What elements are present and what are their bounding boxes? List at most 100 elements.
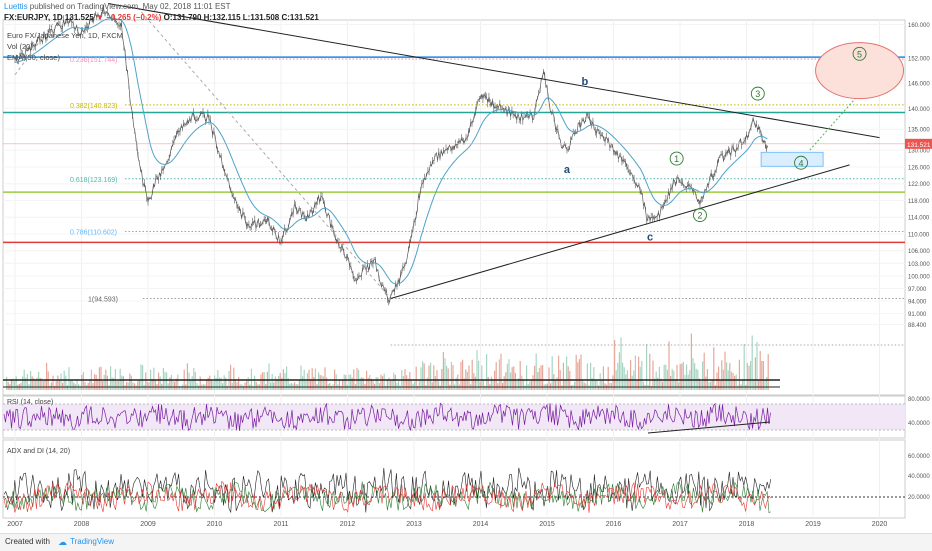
volume-bar bbox=[582, 380, 584, 390]
y-tick-label: 135.000 bbox=[908, 128, 930, 134]
volume-bar bbox=[338, 380, 340, 390]
volume-bar bbox=[6, 376, 8, 390]
volume-bar bbox=[290, 382, 292, 390]
volume-bar bbox=[630, 360, 632, 390]
volume-bar bbox=[561, 385, 563, 390]
diagonal-dashed bbox=[140, 11, 392, 299]
volume-bar bbox=[62, 382, 64, 390]
volume-bar bbox=[482, 379, 484, 390]
rsi-tick-80: 80.0000 bbox=[908, 397, 930, 403]
volume-bar bbox=[529, 381, 531, 390]
volume-bar bbox=[236, 382, 238, 390]
volume-bar bbox=[524, 385, 526, 390]
volume-bar bbox=[721, 360, 723, 390]
volume-bar bbox=[244, 382, 246, 390]
price-chart[interactable]: 2007 2008 2009 2010 2011 2012 2013 2014 2015 2016… bbox=[0, 0, 932, 533]
y-tick-label: 140.000 bbox=[908, 107, 930, 113]
author-link[interactable]: Luettis bbox=[4, 2, 28, 11]
volume-bar bbox=[231, 382, 233, 390]
volume-bar bbox=[270, 382, 272, 390]
volume-bar bbox=[300, 365, 302, 390]
volume-bar bbox=[57, 375, 59, 390]
adx-tick: 60.0000 bbox=[908, 454, 930, 460]
volume-bar bbox=[566, 356, 568, 390]
volume-bar bbox=[260, 374, 262, 390]
volume-bar bbox=[313, 376, 315, 390]
volume-bar bbox=[46, 362, 48, 390]
volume-bar bbox=[214, 375, 216, 390]
tradingview-link[interactable]: TradingView bbox=[70, 537, 114, 546]
adx-panel-frame bbox=[2, 439, 906, 519]
volume-bar bbox=[719, 380, 721, 390]
volume-bar bbox=[428, 365, 430, 390]
volume-bar bbox=[478, 360, 480, 390]
volume-bar bbox=[532, 375, 534, 390]
volume-bar bbox=[106, 375, 108, 390]
volume-bar bbox=[26, 374, 28, 390]
volume-bar bbox=[490, 376, 492, 390]
volume-bar bbox=[577, 362, 579, 390]
ema-legend: EMA (50, close) bbox=[7, 53, 60, 62]
volume-bar bbox=[711, 380, 713, 390]
volume-bar bbox=[255, 381, 257, 390]
volume-bar bbox=[361, 377, 363, 390]
volume-bar bbox=[294, 382, 296, 390]
wave4-target-box bbox=[760, 151, 824, 167]
volume-bar bbox=[756, 341, 758, 390]
volume-bar bbox=[132, 382, 134, 390]
price-change: ▼ −0.265 (−0.2%) bbox=[96, 13, 162, 22]
volume-bar bbox=[369, 374, 371, 390]
volume-bar bbox=[516, 380, 518, 390]
volume-bar bbox=[350, 374, 352, 390]
volume-bar bbox=[7, 381, 9, 390]
volume-bar bbox=[372, 379, 374, 390]
volume-bar bbox=[519, 360, 521, 390]
volume-bar bbox=[50, 382, 52, 390]
volume-bar bbox=[302, 376, 304, 390]
x-tick-label-2009: 2009 bbox=[140, 521, 156, 528]
volume-bar bbox=[122, 376, 124, 390]
volume-bar bbox=[734, 375, 736, 390]
volume-bar bbox=[34, 380, 36, 390]
volume-bar bbox=[79, 385, 81, 390]
volume-bar bbox=[81, 374, 83, 390]
last-price-label: 131.521 bbox=[907, 142, 931, 149]
volume-bar bbox=[479, 381, 481, 390]
x-tick-label-2012: 2012 bbox=[340, 521, 356, 528]
volume-bar bbox=[631, 375, 633, 390]
price-panel-frame bbox=[2, 19, 906, 396]
volume-bar bbox=[422, 361, 424, 390]
x-tick-label-2013: 2013 bbox=[406, 521, 422, 528]
y-tick-label: 91.000 bbox=[908, 312, 927, 318]
volume-bar bbox=[94, 374, 96, 390]
volume-bar bbox=[375, 376, 377, 390]
volume-bar bbox=[625, 374, 627, 390]
volume-bar bbox=[705, 376, 707, 390]
volume-bar bbox=[417, 385, 419, 390]
created-with-text: Created with bbox=[5, 537, 50, 546]
volume-bar bbox=[767, 354, 769, 390]
volume-bar bbox=[210, 379, 212, 390]
y-tick-label: 118.000 bbox=[908, 199, 930, 205]
volume-bar bbox=[14, 381, 16, 390]
volume-bar bbox=[246, 380, 248, 390]
x-tick-label-2017: 2017 bbox=[672, 521, 688, 528]
volume-bar bbox=[574, 381, 576, 390]
volume-bar bbox=[562, 362, 564, 390]
volume-bar bbox=[641, 360, 643, 390]
volume-bar bbox=[230, 364, 232, 390]
volume-bar bbox=[137, 381, 139, 390]
volume-bar bbox=[746, 362, 748, 390]
volume-bar bbox=[762, 361, 764, 390]
volume-bar bbox=[498, 359, 500, 390]
volume-bar bbox=[724, 351, 726, 390]
volume-bar bbox=[278, 376, 280, 390]
volume-bar bbox=[742, 379, 744, 390]
volume-bar bbox=[118, 381, 120, 390]
volume-bar bbox=[481, 365, 483, 390]
fib-label: 0.618(123.169) bbox=[70, 177, 117, 184]
volume-bar bbox=[434, 376, 436, 390]
volume-bar bbox=[598, 385, 600, 390]
volume-bar bbox=[431, 382, 433, 390]
volume-bar bbox=[450, 361, 452, 390]
